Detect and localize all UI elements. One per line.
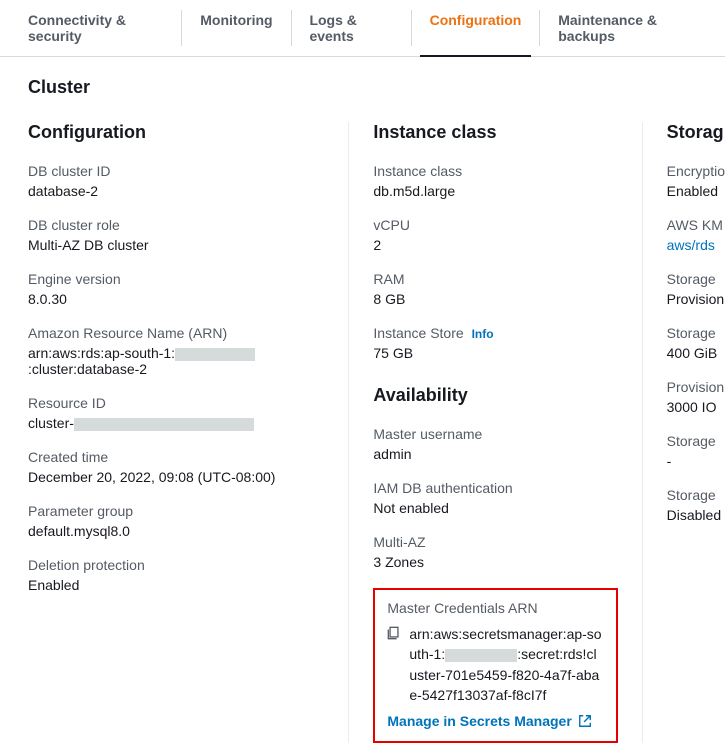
instance-store-label: Instance Store — [373, 325, 463, 341]
field-value: 3 Zones — [373, 554, 617, 570]
field-label: Provision — [667, 379, 725, 395]
field-deletion-protection: Deletion protection Enabled — [28, 557, 324, 593]
arn-prefix: arn:aws:rds:ap-south-1: — [28, 345, 175, 361]
column-configuration: Configuration DB cluster ID database-2 D… — [20, 122, 349, 743]
section-title-configuration: Configuration — [28, 122, 324, 143]
field-value: cluster- — [28, 415, 324, 431]
master-credentials-highlight: Master Credentials ARN arn:aws:secretsma… — [373, 588, 617, 743]
master-credentials-arn-value: arn:aws:secretsmanager:ap-south-1::secre… — [409, 624, 603, 705]
arn-suffix: :cluster:database-2 — [28, 361, 147, 377]
field-multi-az: Multi-AZ 3 Zones — [373, 534, 617, 570]
column-instance-availability: Instance class Instance class db.m5d.lar… — [349, 122, 642, 743]
field-label: Storage — [667, 487, 725, 503]
field-label: Master Credentials ARN — [387, 600, 603, 616]
field-label: Multi-AZ — [373, 534, 617, 550]
field-label: Engine version — [28, 271, 324, 287]
field-value: Enabled — [667, 183, 725, 199]
redacted-account — [175, 348, 255, 361]
tab-maintenance-backups[interactable]: Maintenance & backups — [540, 0, 715, 56]
field-value: default.mysql8.0 — [28, 523, 324, 539]
field-resource-id: Resource ID cluster- — [28, 395, 324, 431]
info-link[interactable]: Info — [472, 327, 494, 341]
field-storage-a: Storage - — [667, 433, 725, 469]
field-value: Multi-AZ DB cluster — [28, 237, 324, 253]
field-label: Storage — [667, 433, 725, 449]
field-label: vCPU — [373, 217, 617, 233]
field-master-username: Master username admin — [373, 426, 617, 462]
field-value: 8 GB — [373, 291, 617, 307]
field-label: Amazon Resource Name (ARN) — [28, 325, 324, 341]
section-title-storage: Storag — [667, 122, 725, 143]
field-label: Resource ID — [28, 395, 324, 411]
copy-icon[interactable] — [387, 626, 401, 640]
field-label: RAM — [373, 271, 617, 287]
field-ram: RAM 8 GB — [373, 271, 617, 307]
resource-id-prefix: cluster- — [28, 415, 74, 431]
field-parameter-group: Parameter group default.mysql8.0 — [28, 503, 324, 539]
field-value: - — [667, 453, 725, 469]
field-value: database-2 — [28, 183, 324, 199]
field-label: Instance Store Info — [373, 325, 617, 341]
field-label: Created time — [28, 449, 324, 465]
tabs-bar: Connectivity & security Monitoring Logs … — [0, 0, 725, 57]
field-value: Disabled — [667, 507, 725, 523]
field-label: Encryptio — [667, 163, 725, 179]
field-iam-db-auth: IAM DB authentication Not enabled — [373, 480, 617, 516]
field-value: Not enabled — [373, 500, 617, 516]
field-label: Storage — [667, 325, 725, 341]
field-label: IAM DB authentication — [373, 480, 617, 496]
field-provisioned-iops: Provision 3000 IO — [667, 379, 725, 415]
field-label: DB cluster role — [28, 217, 324, 233]
tab-configuration[interactable]: Configuration — [412, 0, 540, 56]
field-value: 400 GiB — [667, 345, 725, 361]
field-label: DB cluster ID — [28, 163, 324, 179]
field-value: 3000 IO — [667, 399, 725, 415]
redacted-account — [445, 649, 517, 662]
field-storage-type: Storage Provision — [667, 271, 725, 307]
redacted-resource-id — [74, 418, 254, 431]
field-instance-class: Instance class db.m5d.large — [373, 163, 617, 199]
field-value: Enabled — [28, 577, 324, 593]
field-value: arn:aws:rds:ap-south-1::cluster:database… — [28, 345, 324, 377]
field-storage-size: Storage 400 GiB — [667, 325, 725, 361]
field-db-cluster-id: DB cluster ID database-2 — [28, 163, 324, 199]
field-value: December 20, 2022, 09:08 (UTC-08:00) — [28, 469, 324, 485]
field-storage-b: Storage Disabled — [667, 487, 725, 523]
field-label: Storage — [667, 271, 725, 287]
field-label: Parameter group — [28, 503, 324, 519]
field-vcpu: vCPU 2 — [373, 217, 617, 253]
field-value: 8.0.30 — [28, 291, 324, 307]
field-label: Deletion protection — [28, 557, 324, 573]
kms-key-link[interactable]: aws/rds — [667, 237, 725, 253]
tab-connectivity-security[interactable]: Connectivity & security — [10, 0, 181, 56]
section-title-availability: Availability — [373, 385, 617, 406]
section-title-instance-class: Instance class — [373, 122, 617, 143]
field-db-cluster-role: DB cluster role Multi-AZ DB cluster — [28, 217, 324, 253]
tab-monitoring[interactable]: Monitoring — [182, 0, 290, 56]
field-label: AWS KM — [667, 217, 725, 233]
external-link-icon — [578, 714, 592, 728]
field-created-time: Created time December 20, 2022, 09:08 (U… — [28, 449, 324, 485]
column-storage: Storag Encryptio Enabled AWS KM aws/rds … — [643, 122, 725, 743]
field-arn: Amazon Resource Name (ARN) arn:aws:rds:a… — [28, 325, 324, 377]
field-value: db.m5d.large — [373, 183, 617, 199]
field-value: 75 GB — [373, 345, 617, 361]
tab-logs-events[interactable]: Logs & events — [291, 0, 410, 56]
field-label: Master username — [373, 426, 617, 442]
field-value: Provision — [667, 291, 725, 307]
field-engine-version: Engine version 8.0.30 — [28, 271, 324, 307]
page-title: Cluster — [20, 77, 725, 98]
field-instance-store: Instance Store Info 75 GB — [373, 325, 617, 361]
field-aws-kms: AWS KM aws/rds — [667, 217, 725, 253]
field-value: 2 — [373, 237, 617, 253]
field-value: admin — [373, 446, 617, 462]
field-label: Instance class — [373, 163, 617, 179]
field-encryption: Encryptio Enabled — [667, 163, 725, 199]
